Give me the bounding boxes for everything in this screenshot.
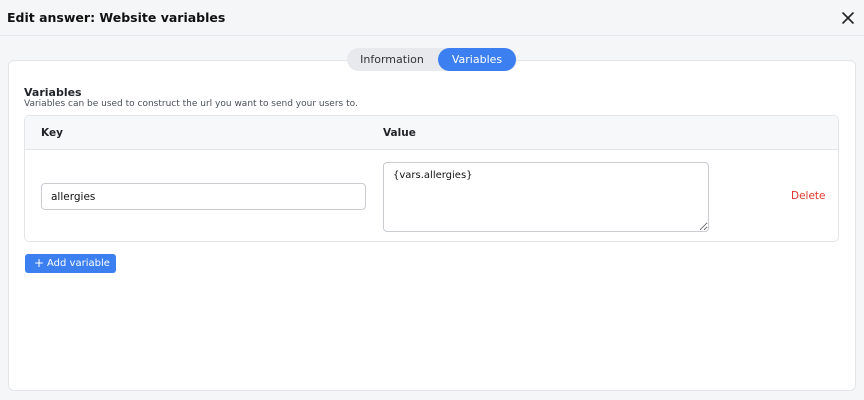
tab-variables[interactable]: Variables: [438, 48, 516, 71]
value-textarea[interactable]: {vars.allergies}: [383, 162, 709, 232]
table-header: Key Value: [25, 116, 838, 150]
dialog-header: Edit answer: Website variables: [0, 0, 864, 36]
column-header-key: Key: [41, 127, 63, 139]
close-button[interactable]: [838, 8, 858, 28]
column-header-value: Value: [383, 127, 416, 139]
add-variable-label: Add variable: [47, 258, 110, 269]
plus-icon: +: [34, 256, 45, 270]
section-description: Variables can be used to construct the u…: [24, 99, 358, 109]
close-icon[interactable]: [838, 8, 858, 28]
key-input[interactable]: [41, 183, 366, 210]
delete-button[interactable]: Delete: [791, 190, 826, 202]
section-title: Variables: [24, 86, 82, 99]
tab-information[interactable]: Information: [347, 48, 437, 71]
add-variable-button[interactable]: + Add variable: [25, 254, 116, 273]
tab-switcher: Information Variables: [347, 48, 517, 71]
dialog-title: Edit answer: Website variables: [7, 10, 226, 25]
